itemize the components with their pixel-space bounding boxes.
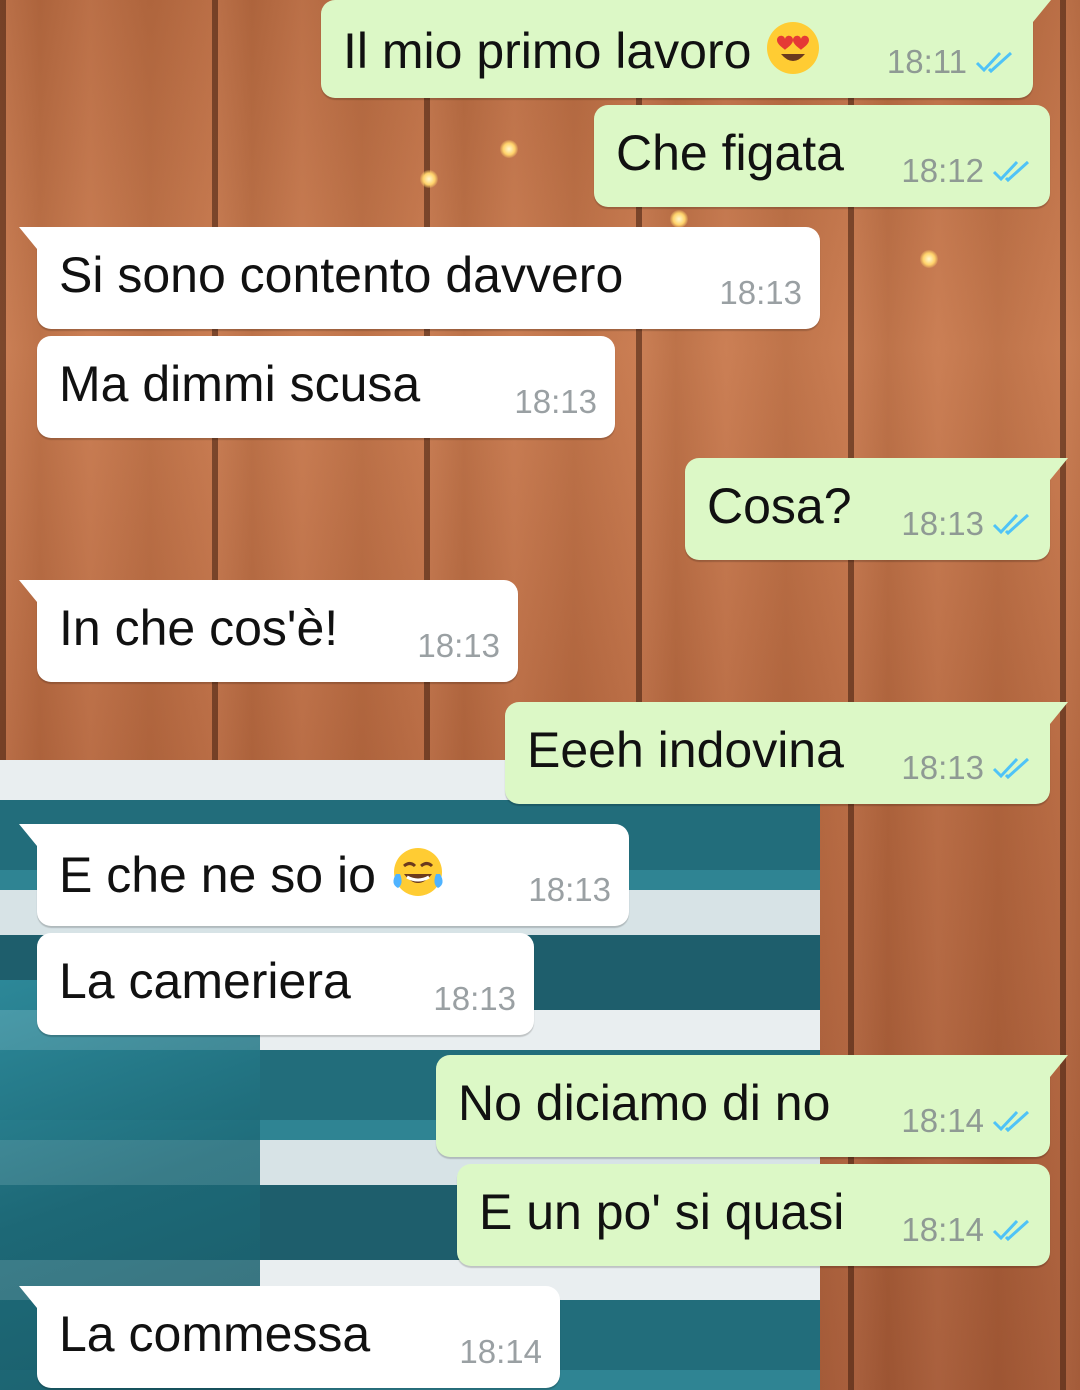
message-text: Eeeh indovina: [527, 722, 844, 778]
message-text: No diciamo di no: [458, 1075, 831, 1131]
message-bubble-incoming[interactable]: Si sono contento davvero 18:13: [19, 227, 820, 329]
message-text: Cosa?: [707, 478, 852, 534]
message-bubble-incoming[interactable]: La cameriera 18:13: [37, 933, 534, 1035]
message-time: 18:11: [886, 43, 967, 80]
message-bubble-incoming[interactable]: Ma dimmi scusa 18:13: [37, 336, 615, 438]
message-text: Ma dimmi scusa: [59, 356, 421, 412]
message-time: 18:12: [901, 152, 984, 189]
message-time: 18:14: [901, 1211, 984, 1248]
message-time: 18:13: [417, 627, 500, 664]
message-text: E un po' si quasi: [479, 1184, 845, 1240]
message-time: 18:13: [433, 980, 516, 1017]
message-bubble-outgoing[interactable]: Che figata 18:12: [594, 105, 1050, 207]
message-bubble-outgoing[interactable]: Eeeh indovina 18:13: [505, 702, 1068, 804]
message-list[interactable]: Il mio primo lavoro 18:11 Che figata 18:…: [0, 0, 1080, 1390]
message-time: 18:13: [514, 383, 597, 420]
message-bubble-incoming[interactable]: E che ne so io 18:13: [19, 824, 629, 926]
message-bubble-outgoing[interactable]: Cosa? 18:13: [685, 458, 1068, 560]
message-text: Che figata: [616, 125, 844, 181]
read-ticks-icon: [992, 513, 1030, 536]
message-time: 18:13: [901, 749, 984, 786]
read-ticks-icon: [992, 160, 1030, 183]
message-time: 18:14: [459, 1333, 542, 1370]
message-bubble-incoming[interactable]: In che cos'è! 18:13: [19, 580, 518, 682]
message-text: Si sono contento davvero: [59, 247, 624, 303]
message-bubble-outgoing[interactable]: Il mio primo lavoro 18:11: [321, 0, 1051, 98]
message-time: 18:13: [719, 274, 802, 311]
message-text: La cameriera: [59, 953, 351, 1009]
read-ticks-icon: [992, 1219, 1030, 1242]
read-ticks-icon: [975, 51, 1013, 74]
read-ticks-icon: [992, 757, 1030, 780]
heart-eyes-emoji: [767, 22, 820, 74]
message-time: 18:13: [901, 505, 984, 542]
read-ticks-icon: [992, 1110, 1030, 1133]
message-bubble-outgoing[interactable]: E un po' si quasi 18:14: [457, 1164, 1050, 1266]
message-text: In che cos'è!: [59, 600, 339, 656]
message-time: 18:14: [901, 1102, 984, 1139]
message-time: 18:13: [528, 871, 611, 908]
message-text: Il mio primo lavoro: [343, 20, 821, 79]
message-text: La commessa: [59, 1306, 371, 1362]
tears-of-joy-emoji: [393, 848, 443, 896]
message-bubble-incoming[interactable]: La commessa 18:14: [19, 1286, 560, 1388]
message-text: E che ne so io: [59, 844, 446, 903]
message-bubble-outgoing[interactable]: No diciamo di no 18:14: [436, 1055, 1068, 1157]
